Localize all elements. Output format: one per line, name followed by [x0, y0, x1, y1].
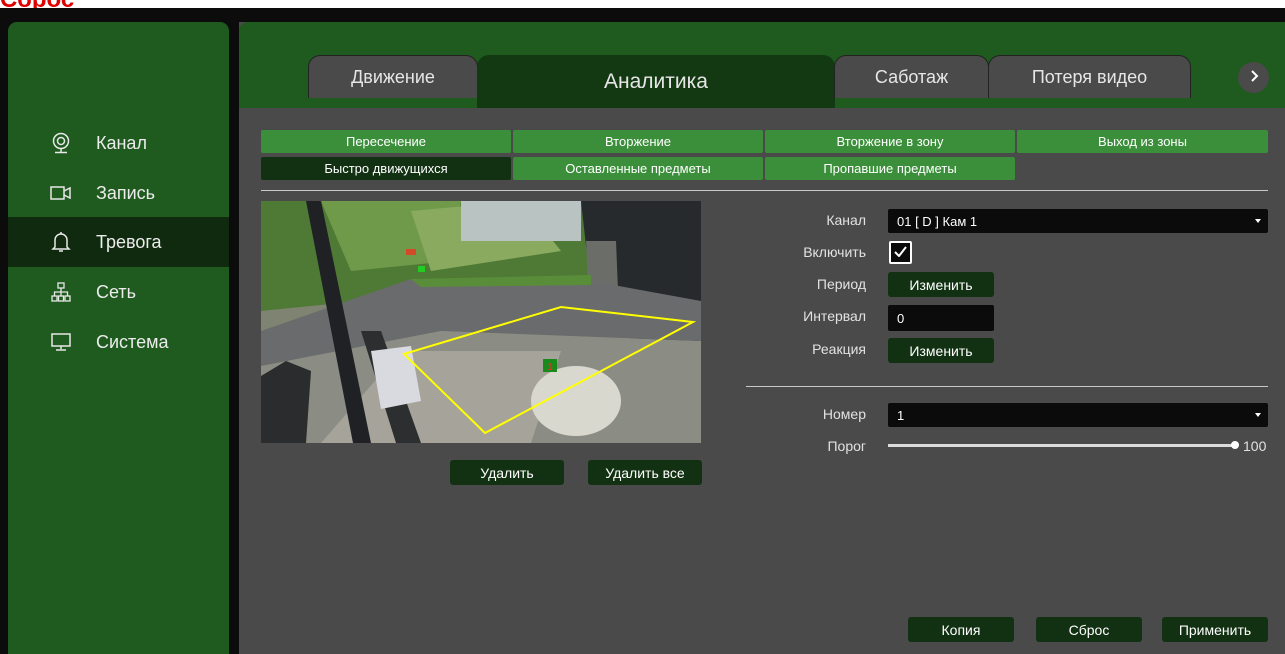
monitor-icon	[50, 331, 72, 353]
reset-button[interactable]: Сброс	[1036, 617, 1142, 642]
delete-all-button[interactable]: Удалить все	[588, 460, 702, 485]
zone-btn-crossing[interactable]: Пересечение	[261, 130, 511, 153]
sidebar-item-record[interactable]: Запись	[8, 168, 229, 218]
threshold-value: 100	[1243, 438, 1267, 454]
sidebar-item-alarm[interactable]: Тревога	[8, 217, 229, 267]
zone-marker-label: 1	[547, 362, 553, 373]
zone-btn-zone-entry[interactable]: Вторжение в зону	[765, 130, 1015, 153]
checkmark-icon	[894, 244, 907, 262]
delete-button[interactable]: Удалить	[450, 460, 564, 485]
interval-label: Интервал	[803, 308, 866, 324]
sidebar-item-label: Сеть	[96, 281, 137, 302]
tab-analytics[interactable]: Аналитика	[477, 55, 835, 108]
video-recorder-icon	[50, 182, 72, 204]
zone-btn-missing-objects[interactable]: Пропавшие предметы	[765, 157, 1015, 180]
tab-tamper[interactable]: Саботаж	[834, 55, 989, 98]
tab-bar: Движение Аналитика Саботаж Потеря видео	[239, 22, 1285, 108]
sidebar-item-system[interactable]: Система	[8, 317, 229, 367]
network-icon	[50, 281, 72, 303]
period-edit-button[interactable]: Изменить	[888, 272, 994, 297]
sidebar-item-label: Запись	[96, 182, 156, 203]
threshold-slider[interactable]	[888, 444, 1234, 447]
tab-motion[interactable]: Движение	[308, 55, 478, 98]
sidebar: Канал Запись Тревога Сеть Система	[8, 22, 229, 654]
divider	[746, 386, 1268, 387]
reaction-label: Реакция	[812, 341, 866, 357]
threshold-slider-thumb[interactable]	[1231, 441, 1239, 449]
zone-btn-intrusion[interactable]: Вторжение	[513, 130, 763, 153]
sidebar-item-label: Канал	[96, 132, 147, 153]
divider	[261, 190, 1268, 191]
enable-checkbox[interactable]	[889, 241, 912, 264]
reaction-edit-button[interactable]: Изменить	[888, 338, 994, 363]
next-tab-button[interactable]	[1238, 62, 1269, 93]
copy-button[interactable]: Копия	[908, 617, 1014, 642]
zone-btn-abandoned-objects[interactable]: Оставленные предметы	[513, 157, 763, 180]
number-select[interactable]: 1	[888, 403, 1268, 427]
camera-icon	[50, 132, 72, 154]
number-select-value: 1	[897, 407, 905, 423]
sidebar-item-label: Система	[96, 331, 169, 352]
enable-label: Включить	[803, 244, 866, 260]
app-window: Канал Запись Тревога Сеть Система Движен…	[0, 8, 1285, 654]
threshold-label: Порог	[827, 438, 866, 454]
sidebar-item-label: Тревога	[96, 231, 162, 252]
sidebar-item-network[interactable]: Сеть	[8, 267, 229, 317]
camera-frame-image: 1	[261, 201, 701, 443]
channel-select[interactable]: 01 [ D ] Кам 1	[888, 209, 1268, 233]
tab-video-loss[interactable]: Потеря видео	[988, 55, 1191, 98]
main-panel: Движение Аналитика Саботаж Потеря видео …	[239, 22, 1285, 654]
zone-btn-zone-exit[interactable]: Выход из зоны	[1017, 130, 1268, 153]
chevron-down-icon	[1255, 219, 1261, 223]
apply-button[interactable]: Применить	[1162, 617, 1268, 642]
chevron-right-icon	[1249, 69, 1259, 87]
zone-btn-fast-moving[interactable]: Быстро движущихся	[261, 157, 511, 180]
bell-icon	[50, 231, 72, 253]
number-label: Номер	[822, 406, 866, 422]
period-label: Период	[816, 276, 866, 292]
chevron-down-icon	[1255, 413, 1261, 417]
channel-label: Канал	[826, 212, 866, 228]
interval-input[interactable]: 0	[888, 305, 994, 331]
camera-preview[interactable]: 1	[261, 201, 701, 443]
sidebar-item-channel[interactable]: Канал	[8, 118, 229, 168]
channel-select-value: 01 [ D ] Кам 1	[897, 213, 978, 229]
